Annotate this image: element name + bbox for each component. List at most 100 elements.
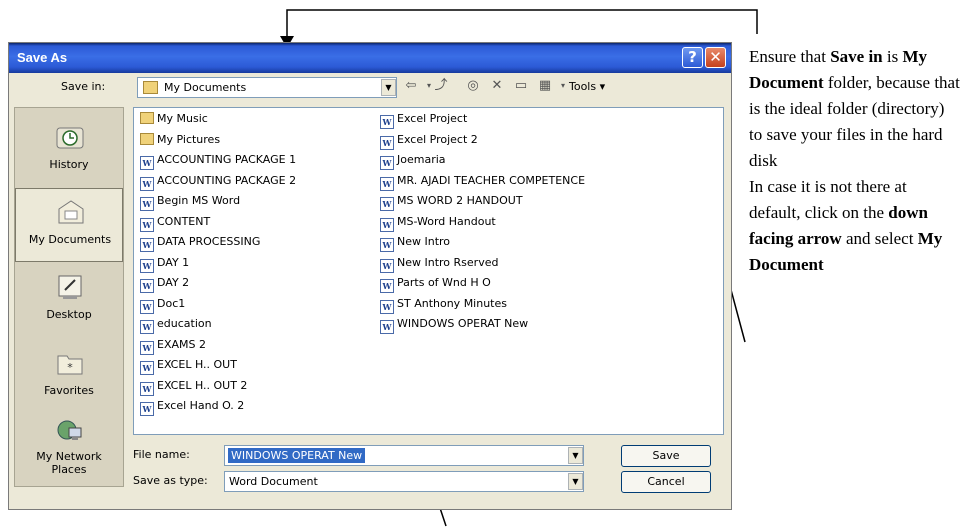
file-item[interactable]: W New Intro	[380, 235, 710, 253]
word-document-icon: W	[140, 238, 154, 252]
file-list[interactable]: My Music My Pictures W ACCOUNTING PACKAGE 1…	[133, 107, 724, 435]
word-document-icon: W	[140, 217, 154, 232]
callout-top-line	[286, 9, 758, 40]
file-name: New Intro Rserved	[397, 255, 499, 269]
word-document-icon: W	[140, 299, 154, 314]
file-item[interactable]: W ST Anthony Minutes	[380, 297, 710, 315]
word-document-icon: W	[380, 115, 394, 129]
file-item[interactable]: W Doc1	[140, 297, 375, 315]
save-in-value: My Documents	[164, 81, 247, 94]
word-document-icon: W	[140, 320, 154, 334]
file-name: EXCEL H.. OUT	[157, 358, 237, 371]
file-item[interactable]: W DAY 2	[140, 276, 375, 294]
place-label: My Network Places	[36, 450, 102, 476]
save-as-type-select[interactable]: Word Document ▼	[224, 471, 584, 492]
save-in-dropdown-arrow[interactable]: ▼	[381, 79, 396, 96]
file-item[interactable]: W MS WORD 2 HANDOUT	[380, 194, 710, 212]
file-name-value: WINDOWS OPERAT New	[228, 448, 366, 463]
file-name: EXAMS 2	[157, 337, 206, 351]
search-web-icon[interactable]: ◎	[463, 76, 483, 96]
place-label: My Documents	[28, 233, 112, 246]
favorites-icon: *	[57, 355, 83, 375]
file-item[interactable]: W WINDOWS OPERAT New	[380, 317, 710, 335]
place-history[interactable]: History	[15, 114, 123, 188]
word-document-icon: W	[140, 197, 154, 211]
file-name-field[interactable]: WINDOWS OPERAT New ▼	[224, 445, 584, 466]
annot-b1: Save in	[830, 47, 883, 66]
file-item[interactable]: W MS-Word Handout	[380, 215, 710, 233]
file-item[interactable]: W Excel Hand O. 2	[140, 399, 375, 417]
file-item[interactable]: W CONTENT	[140, 215, 375, 233]
file-item[interactable]: W Joemaria	[380, 153, 710, 171]
word-document-icon: W	[140, 402, 154, 416]
file-name: Begin MS Word	[157, 194, 241, 207]
save-as-type-dropdown-arrow[interactable]: ▼	[568, 473, 583, 490]
file-item[interactable]: W Begin MS Word	[140, 194, 375, 212]
file-item[interactable]: W Parts of Wnd H O	[380, 276, 710, 294]
word-document-icon: W	[380, 197, 394, 211]
title-bar[interactable]: Save As ? ✕	[9, 43, 731, 73]
back-arrow-icon[interactable]: ⇦	[401, 76, 421, 96]
word-document-icon: W	[140, 258, 154, 273]
file-item[interactable]: W ACCOUNTING PACKAGE 2	[140, 174, 375, 192]
cancel-button[interactable]: Cancel	[621, 471, 711, 493]
file-name: Parts of Wnd H O	[397, 276, 491, 289]
file-name: MS-Word Handout	[397, 214, 496, 228]
word-document-icon: W	[380, 258, 394, 273]
file-name: Excel Project 2	[397, 132, 478, 146]
file-item[interactable]: W New Intro Rserved	[380, 256, 710, 274]
file-item[interactable]: W DAY 1	[140, 256, 375, 274]
annot-t4: In case it is not there at default, clic…	[749, 177, 907, 222]
file-item[interactable]: W Excel Project 2	[380, 133, 710, 151]
tools-label: Tools	[569, 80, 597, 93]
file-name: MR. AJADI TEACHER COMPETENCE	[397, 173, 586, 187]
word-document-icon: W	[380, 176, 394, 191]
file-name: DATA PROCESSING	[157, 235, 261, 248]
desktop-icon	[58, 275, 82, 299]
save-as-type-value: Word Document	[229, 475, 318, 488]
delete-icon[interactable]: ✕	[487, 76, 507, 96]
file-item[interactable]: W EXCEL H.. OUT	[140, 358, 375, 376]
new-folder-icon[interactable]: ▭	[511, 76, 531, 96]
place-label: History	[49, 158, 89, 171]
svg-text:*: *	[67, 361, 73, 374]
file-item[interactable]: W EXAMS 2	[140, 338, 375, 356]
file-name: WINDOWS OPERAT New	[397, 317, 529, 330]
file-item[interactable]: W ACCOUNTING PACKAGE 1	[140, 153, 375, 171]
annot-t1: Ensure that	[749, 47, 831, 66]
place-my-network-places[interactable]: My Network Places	[15, 410, 123, 484]
dialog-title: Save As	[17, 50, 68, 65]
file-name: Excel Hand O. 2	[157, 399, 245, 412]
annotation-text: Ensure that Save in is My Document folde…	[749, 44, 961, 278]
word-document-icon: W	[140, 279, 154, 293]
up-folder-icon[interactable]: ⤴	[431, 76, 451, 96]
file-item[interactable]: W DATA PROCESSING	[140, 235, 375, 253]
save-button[interactable]: Save	[621, 445, 711, 467]
help-button[interactable]: ?	[682, 47, 703, 68]
file-name: ACCOUNTING PACKAGE 1	[157, 153, 297, 166]
file-name: My Pictures	[157, 132, 221, 146]
tools-menu[interactable]: Tools ▾	[569, 80, 605, 93]
save-in-combo[interactable]: My Documents ▼	[137, 77, 397, 98]
file-item[interactable]: My Pictures	[140, 132, 375, 151]
file-item[interactable]: My Music	[140, 112, 375, 130]
file-name: Joemaria	[397, 153, 446, 166]
file-item[interactable]: W Excel Project	[380, 112, 710, 130]
file-item[interactable]: W MR. AJADI TEACHER COMPETENCE	[380, 174, 710, 192]
place-favorites[interactable]: * Favorites	[15, 340, 123, 414]
annot-t5: and select	[841, 229, 918, 248]
file-item[interactable]: Weducation	[140, 317, 375, 335]
annot-t2: is	[882, 47, 903, 66]
file-name: education	[157, 317, 212, 330]
place-desktop[interactable]: Desktop	[15, 264, 123, 338]
word-document-icon: W	[140, 176, 154, 191]
views-icon[interactable]: ▦	[535, 76, 555, 96]
places-bar: History My Documents Desktop * Favorites…	[14, 107, 124, 487]
file-name: DAY 2	[157, 276, 190, 289]
file-name-dropdown-arrow[interactable]: ▼	[568, 447, 583, 464]
place-my-documents[interactable]: My Documents	[15, 188, 123, 262]
file-item[interactable]: W EXCEL H.. OUT 2	[140, 379, 375, 397]
word-document-icon: W	[380, 299, 394, 314]
word-document-icon: W	[380, 320, 394, 334]
close-button[interactable]: ✕	[705, 47, 726, 68]
